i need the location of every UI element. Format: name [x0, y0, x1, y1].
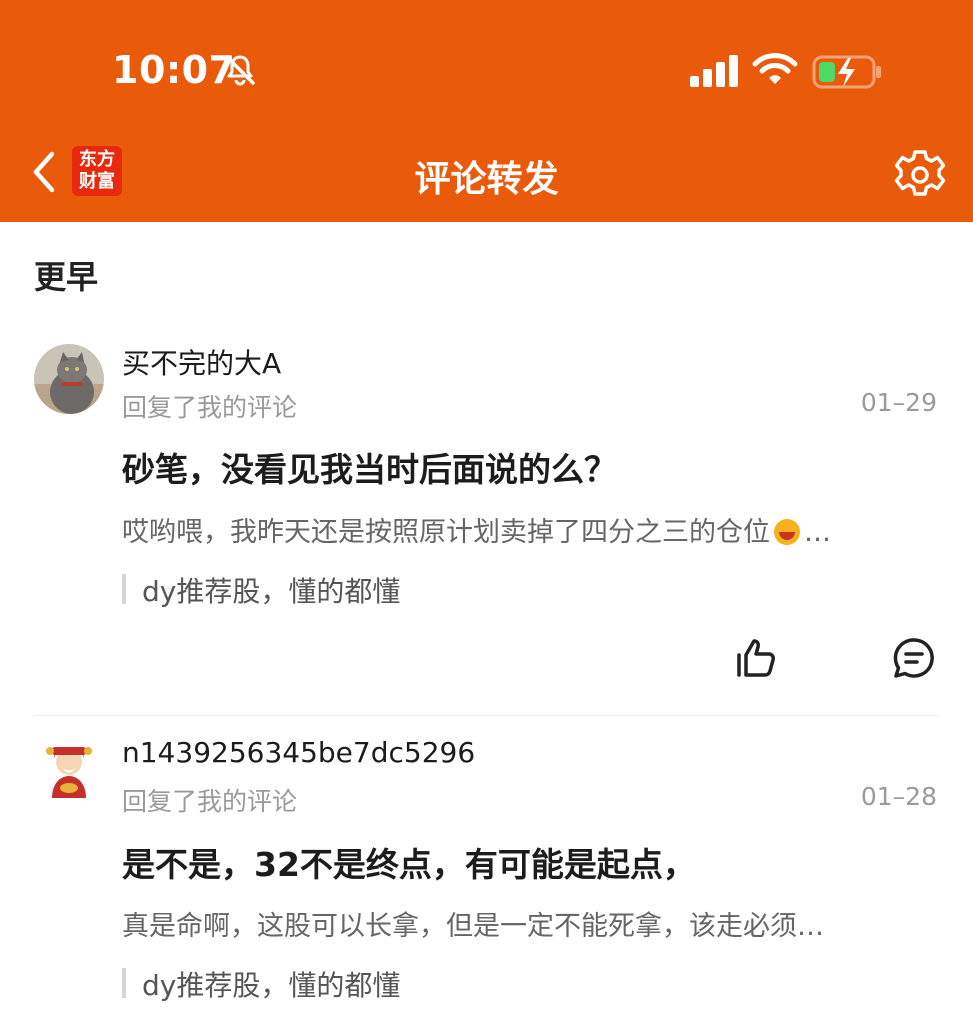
gear-icon[interactable] — [893, 148, 947, 202]
quote-ellipsis: … — [804, 517, 831, 548]
username[interactable]: 买不完的大A — [122, 342, 281, 382]
comment-icon[interactable] — [893, 637, 935, 679]
reply-text[interactable]: 砂笔，没看见我当时后面说的么？ — [122, 443, 617, 491]
divider — [34, 715, 938, 716]
reply-text[interactable]: 是不是，32不是终点，有可能是起点， — [122, 838, 696, 886]
post-title[interactable]: dy推荐股，懂的都懂 — [122, 570, 400, 610]
status-time: 10:07 — [112, 48, 236, 92]
reply-subtitle: 回复了我的评论 — [122, 393, 298, 422]
laughing-emoji-icon — [774, 519, 800, 545]
page-title: 评论转发 — [414, 159, 559, 200]
signal-icon — [690, 55, 738, 87]
comment-date: 01–28 — [860, 782, 937, 811]
username[interactable]: n1439256345be7dc5296 — [122, 736, 475, 769]
quoted-comment-text: 真是命啊，这股可以长拿，但是一定不能死拿，该走必须… — [122, 911, 824, 942]
thumbs-up-icon[interactable] — [735, 637, 777, 679]
quoted-comment-text: 哎哟喂，我昨天还是按照原计划卖掉了四分之三的仓位 — [122, 517, 770, 548]
quoted-comment[interactable]: 真是命啊，这股可以长拿，但是一定不能死拿，该走必须… — [122, 904, 932, 943]
battery-charging-icon — [812, 55, 881, 89]
avatar[interactable] — [34, 344, 104, 414]
post-title[interactable]: dy推荐股，懂的都懂 — [122, 964, 400, 1004]
avatar[interactable] — [34, 738, 104, 808]
reply-subtitle: 回复了我的评论 — [122, 787, 298, 816]
app-header: 10:07 东方 财富 评论转发 — [0, 0, 973, 222]
wifi-icon — [752, 53, 798, 84]
bell-muted-icon — [225, 55, 255, 86]
quoted-comment[interactable]: 哎哟喂，我昨天还是按照原计划卖掉了四分之三的仓位 … — [122, 510, 932, 549]
comment-date: 01–29 — [860, 388, 937, 417]
section-title: 更早 — [34, 258, 99, 296]
